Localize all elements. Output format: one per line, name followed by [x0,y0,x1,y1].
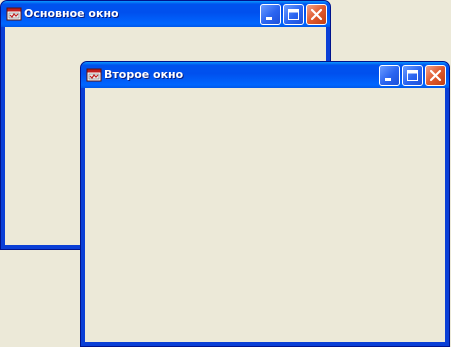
close-icon [429,69,442,82]
minimize-button[interactable] [260,4,281,25]
second-window-client-area[interactable] [85,88,445,342]
second-window[interactable]: Второе окно [80,61,450,347]
maximize-button[interactable] [283,4,304,25]
main-window-titlebar[interactable]: Основное окно [1,1,330,27]
window-title: Второе окно [104,68,184,81]
window-title: Основное окно [24,7,119,20]
close-icon [310,8,323,21]
second-window-titlebar[interactable]: Второе окно [81,62,449,88]
close-button[interactable] [425,65,446,86]
maximize-icon [288,9,299,20]
app-icon[interactable] [86,67,102,83]
maximize-icon [407,70,418,81]
window-controls [379,65,446,86]
close-button[interactable] [306,4,327,25]
minimize-icon [385,78,391,81]
maximize-button[interactable] [402,65,423,86]
app-icon[interactable] [6,6,22,22]
minimize-button[interactable] [379,65,400,86]
window-controls [260,4,327,25]
minimize-icon [266,17,272,20]
